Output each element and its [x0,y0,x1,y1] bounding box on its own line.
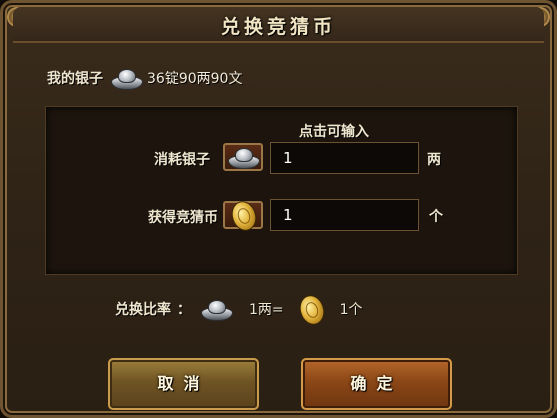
gold-coin-icon [227,198,261,234]
dialog-title: 兑换竞猜币 [220,16,336,38]
silver-ingot-icon [199,297,233,321]
ratio-separator: ： [177,302,191,318]
title-bar: 兑换竞猜币 [13,7,544,43]
spend-icon-slot [223,143,263,171]
ratio-silver-amount: 1两= [249,302,284,318]
silver-balance: 我的银子 36锭90两90文 [47,66,243,90]
confirm-button[interactable]: 确定 [301,358,452,410]
gold-coin-icon [295,292,328,328]
exchange-dialog: 兑换竞猜币 我的银子 36锭90两90文 点击可输入 消耗银子 两 获得竞猜币 … [0,0,557,418]
balance-label: 我的银子 [47,71,103,87]
silver-ingot-icon [226,145,260,169]
ratio-coin-amount: 1个 [339,302,363,318]
exchange-form-panel [45,106,518,275]
receive-icon-slot [223,198,263,234]
spend-silver-label: 消耗银子 [154,152,210,168]
spend-silver-input[interactable] [270,142,419,174]
exchange-ratio: 兑换比率 ： 1两= 1个 [115,292,363,328]
input-hint: 点击可输入 [299,124,369,140]
receive-coin-input[interactable] [270,199,419,231]
spend-unit: 两 [427,152,441,168]
ratio-label: 兑换比率 [115,302,171,318]
silver-ingot-icon [109,66,143,90]
receive-unit: 个 [429,209,443,225]
cancel-button[interactable]: 取消 [108,358,259,410]
receive-coin-label: 获得竞猜币 [148,210,218,226]
balance-value: 36锭90两90文 [147,71,243,87]
